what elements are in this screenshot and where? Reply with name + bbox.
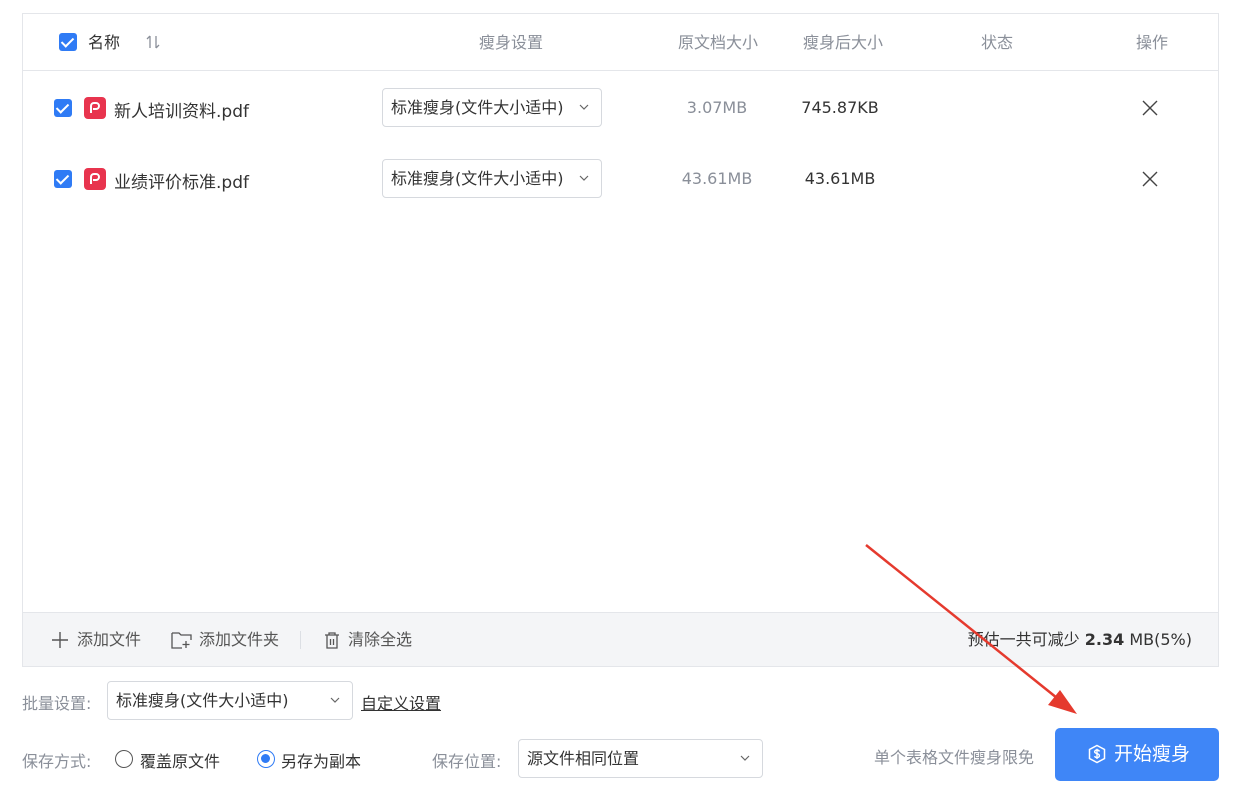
add-folder-label: 添加文件夹 [199, 630, 280, 649]
overwrite-label[interactable]: 覆盖原文件 [140, 748, 220, 772]
header-slimmed-size: 瘦身后大小 [803, 33, 884, 52]
trash-icon [325, 632, 339, 649]
estimate-suffix: MB(5%) [1129, 630, 1192, 649]
folder-add-icon [171, 632, 192, 649]
save-location-value: 源文件相同位置 [527, 749, 640, 768]
free-limit-text: 单个表格文件瘦身限免 [874, 748, 1035, 767]
header-name: 名称 [88, 33, 121, 52]
file-name: 新人培训资料.pdf [114, 102, 249, 122]
slimmed-size: 43.61MB [804, 169, 876, 188]
custom-settings-link[interactable]: 自定义设置 [361, 690, 441, 714]
save-copy-label[interactable]: 另存为副本 [281, 748, 361, 772]
chevron-down-icon [330, 697, 340, 703]
sort-icon[interactable] [145, 34, 161, 50]
clear-all-label: 清除全选 [348, 630, 413, 649]
overwrite-radio[interactable] [115, 750, 133, 768]
chevron-down-icon [740, 755, 750, 761]
slim-setting-value: 标准瘦身(文件大小适中) [391, 169, 564, 188]
batch-settings-value: 标准瘦身(文件大小适中) [116, 691, 289, 710]
header-slim-setting: 瘦身设置 [479, 33, 544, 52]
original-size: 3.07MB [686, 98, 748, 117]
remove-row-close-icon[interactable] [1141, 99, 1159, 117]
add-folder-button[interactable]: 添加文件夹 [171, 613, 279, 667]
save-location-select[interactable]: 源文件相同位置 [518, 739, 763, 778]
pdf-file-icon [84, 168, 106, 190]
row-checkbox[interactable] [54, 170, 72, 188]
toolbar-divider [300, 631, 301, 649]
file-list-panel: 名称 瘦身设置 原文档大小 瘦身后大小 状态 操作 新人培训资料.pdf 标准瘦… [22, 13, 1219, 667]
slim-setting-select[interactable]: 标准瘦身(文件大小适中) [382, 159, 602, 198]
table-header: 名称 瘦身设置 原文档大小 瘦身后大小 状态 操作 [23, 14, 1218, 71]
header-original-size: 原文档大小 [678, 33, 759, 52]
batch-settings-select[interactable]: 标准瘦身(文件大小适中) [107, 681, 353, 720]
table-row: 新人培训资料.pdf 标准瘦身(文件大小适中) 3.07MB 745.87KB [23, 72, 1218, 144]
coin-icon [1088, 744, 1106, 764]
remove-row-close-icon[interactable] [1141, 170, 1159, 188]
original-size: 43.61MB [681, 169, 753, 188]
clear-all-button[interactable]: 清除全选 [323, 613, 412, 667]
header-action: 操作 [1136, 33, 1169, 52]
add-file-button[interactable]: 添加文件 [51, 613, 141, 667]
header-status: 状态 [981, 33, 1014, 52]
table-row: 业绩评价标准.pdf 标准瘦身(文件大小适中) 43.61MB 43.61MB [23, 144, 1218, 216]
chevron-down-icon [579, 175, 589, 181]
batch-settings-label: 批量设置: [22, 694, 92, 713]
select-all-checkbox[interactable] [59, 33, 77, 51]
file-name: 业绩评价标准.pdf [114, 173, 249, 193]
add-file-label: 添加文件 [77, 630, 142, 649]
save-mode-label: 保存方式: [22, 752, 92, 771]
slimmed-size: 745.87KB [801, 98, 879, 117]
estimate-value: 2.34 [1084, 630, 1125, 649]
save-copy-radio[interactable] [257, 750, 275, 768]
start-slimming-button[interactable]: 开始瘦身 [1055, 728, 1219, 781]
slim-setting-value: 标准瘦身(文件大小适中) [391, 98, 564, 117]
save-location-label: 保存位置: [432, 752, 502, 771]
slim-setting-select[interactable]: 标准瘦身(文件大小适中) [382, 88, 602, 127]
estimate-prefix: 预估一共可减少 [967, 630, 1080, 649]
pdf-file-icon [84, 97, 106, 119]
chevron-down-icon [579, 104, 589, 110]
file-toolbar: 添加文件 添加文件夹 清除全选 预估一共可减少 2.34 MB(5%) [23, 612, 1218, 666]
estimate-text: 预估一共可减少 2.34 MB(5%) [968, 613, 1192, 667]
plus-icon [52, 632, 68, 648]
start-slimming-label: 开始瘦身 [1114, 743, 1191, 765]
row-checkbox[interactable] [54, 99, 72, 117]
